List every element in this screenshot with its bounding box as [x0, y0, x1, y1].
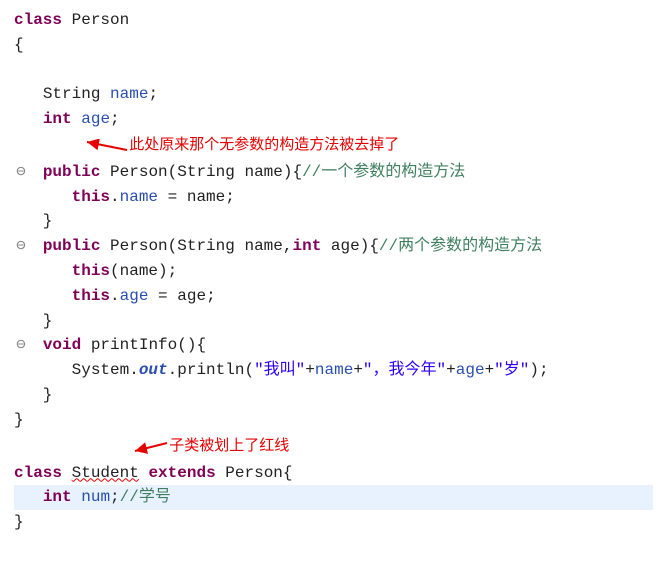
blank-line [14, 58, 653, 83]
field-num: num [81, 488, 110, 506]
rhs-name: name [187, 188, 225, 206]
field-age: age [81, 110, 110, 128]
annotation-1-row: 此处原来那个无参数的构造方法被去掉了 [14, 132, 653, 160]
method-name: printInfo [91, 336, 177, 354]
field-ref-name: name [120, 188, 158, 206]
string-2: "，我今年" [363, 361, 446, 379]
collapse-icon[interactable]: ⊖ [14, 160, 28, 185]
brace-close: } [14, 309, 653, 334]
brace-open: { [14, 33, 653, 58]
annotation-1: 此处原来那个无参数的构造方法被去掉了 [129, 136, 399, 153]
comment-num: //学号 [120, 488, 171, 506]
string-1: "我叫" [254, 361, 305, 379]
type-string: String [43, 85, 101, 103]
param-2b: age [331, 237, 360, 255]
field-name: name [110, 85, 148, 103]
this-arg: name [120, 262, 158, 280]
ctor-name: Person [110, 163, 168, 181]
string-3: "岁" [494, 361, 529, 379]
method-println: println [177, 361, 244, 379]
superclass: Person [225, 464, 283, 482]
keyword-void: void [43, 336, 81, 354]
class-student: Student [72, 464, 139, 482]
obj-system: System [72, 361, 130, 379]
collapse-icon[interactable]: ⊖ [14, 333, 28, 358]
comment-1: //一个参数的构造方法 [302, 163, 465, 181]
class-name: Person [72, 11, 130, 29]
rhs-age: age [177, 287, 206, 305]
annotation-2-row: 子类被划上了红线 [14, 433, 653, 461]
comment-2: //两个参数的构造方法 [379, 237, 542, 255]
keyword-extends: extends [148, 464, 215, 482]
keyword-this: this [72, 188, 110, 206]
param-1: String name [177, 163, 283, 181]
brace-close-student: } [14, 510, 653, 535]
field-name-use: name [315, 361, 353, 379]
field-ref-age: age [120, 287, 149, 305]
brace-close: } [14, 209, 653, 234]
ctor-name-2: Person [110, 237, 168, 255]
keyword-class: class [14, 11, 62, 29]
keyword-public: public [43, 163, 101, 181]
keyword-this: this [72, 287, 110, 305]
brace-close-class: } [14, 408, 653, 433]
field-age-use: age [456, 361, 485, 379]
field-out: out [139, 361, 168, 379]
brace-close: } [14, 383, 653, 408]
arrow-icon [81, 134, 129, 162]
annotation-2: 子类被划上了红线 [169, 437, 289, 454]
keyword-int: int [43, 488, 72, 506]
keyword-this: this [72, 262, 110, 280]
keyword-public: public [43, 237, 101, 255]
param-2a: String name [177, 237, 283, 255]
keyword-class: class [14, 464, 62, 482]
keyword-int: int [292, 237, 321, 255]
arrow-icon [129, 435, 169, 463]
collapse-icon[interactable]: ⊖ [14, 234, 28, 259]
keyword-int: int [43, 110, 72, 128]
